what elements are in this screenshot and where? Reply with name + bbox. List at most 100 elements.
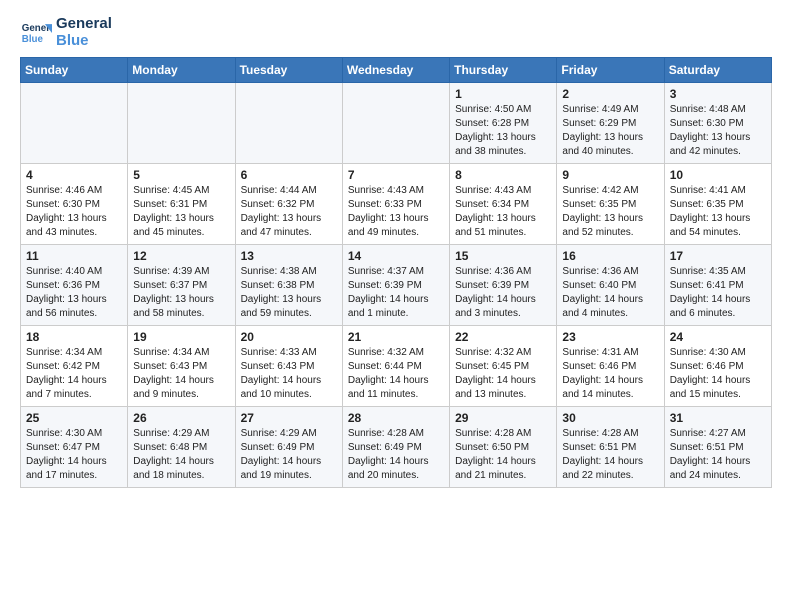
- calendar-cell: 3 Sunrise: 4:48 AM Sunset: 6:30 PM Daylig…: [664, 83, 771, 164]
- day-info: Sunrise: 4:31 AM Sunset: 6:46 PM Dayligh…: [562, 346, 658, 402]
- day-number: 8: [455, 168, 551, 182]
- day-info: Sunrise: 4:28 AM Sunset: 6:51 PM Dayligh…: [562, 427, 658, 483]
- day-info: Sunrise: 4:33 AM Sunset: 6:43 PM Dayligh…: [241, 346, 337, 402]
- calendar-cell: 31 Sunrise: 4:27 AM Sunset: 6:51 PM Dayli…: [664, 407, 771, 488]
- day-number: 28: [348, 411, 444, 425]
- day-number: 2: [562, 87, 658, 101]
- calendar-cell: 11 Sunrise: 4:40 AM Sunset: 6:36 PM Dayli…: [21, 245, 128, 326]
- calendar-row-5: 25 Sunrise: 4:30 AM Sunset: 6:47 PM Dayli…: [21, 407, 772, 488]
- day-info: Sunrise: 4:38 AM Sunset: 6:38 PM Dayligh…: [241, 265, 337, 321]
- day-number: 22: [455, 330, 551, 344]
- day-info: Sunrise: 4:30 AM Sunset: 6:47 PM Dayligh…: [26, 427, 122, 483]
- day-info: Sunrise: 4:42 AM Sunset: 6:35 PM Dayligh…: [562, 184, 658, 240]
- day-info: Sunrise: 4:36 AM Sunset: 6:40 PM Dayligh…: [562, 265, 658, 321]
- day-info: Sunrise: 4:35 AM Sunset: 6:41 PM Dayligh…: [670, 265, 766, 321]
- calendar-cell: 6Sunrise: 4:44 AM Sunset: 6:32 PM Daylig…: [235, 164, 342, 245]
- day-number: 7: [348, 168, 444, 182]
- calendar-cell: 7 Sunrise: 4:43 AM Sunset: 6:33 PM Daylig…: [342, 164, 449, 245]
- day-number: 11: [26, 249, 122, 263]
- weekday-header-row: SundayMondayTuesdayWednesdayThursdayFrid…: [21, 58, 772, 83]
- calendar-cell: [21, 83, 128, 164]
- day-number: 27: [241, 411, 337, 425]
- day-number: 10: [670, 168, 766, 182]
- weekday-header-friday: Friday: [557, 58, 664, 83]
- calendar-cell: 21 Sunrise: 4:32 AM Sunset: 6:44 PM Dayli…: [342, 326, 449, 407]
- calendar-row-1: 1Sunrise: 4:50 AM Sunset: 6:28 PM Daylig…: [21, 83, 772, 164]
- day-number: 20: [241, 330, 337, 344]
- calendar-table: SundayMondayTuesdayWednesdayThursdayFrid…: [20, 57, 772, 488]
- calendar-cell: 8Sunrise: 4:43 AM Sunset: 6:34 PM Daylig…: [450, 164, 557, 245]
- day-number: 5: [133, 168, 229, 182]
- day-info: Sunrise: 4:37 AM Sunset: 6:39 PM Dayligh…: [348, 265, 444, 321]
- calendar-cell: 1Sunrise: 4:50 AM Sunset: 6:28 PM Daylig…: [450, 83, 557, 164]
- day-info: Sunrise: 4:41 AM Sunset: 6:35 PM Dayligh…: [670, 184, 766, 240]
- day-info: Sunrise: 4:28 AM Sunset: 6:50 PM Dayligh…: [455, 427, 551, 483]
- calendar-cell: [235, 83, 342, 164]
- day-info: Sunrise: 4:43 AM Sunset: 6:33 PM Dayligh…: [348, 184, 444, 240]
- day-number: 24: [670, 330, 766, 344]
- calendar-cell: 17 Sunrise: 4:35 AM Sunset: 6:41 PM Dayli…: [664, 245, 771, 326]
- day-number: 4: [26, 168, 122, 182]
- day-number: 9: [562, 168, 658, 182]
- calendar-cell: 16 Sunrise: 4:36 AM Sunset: 6:40 PM Dayli…: [557, 245, 664, 326]
- day-info: Sunrise: 4:32 AM Sunset: 6:44 PM Dayligh…: [348, 346, 444, 402]
- day-info: Sunrise: 4:29 AM Sunset: 6:49 PM Dayligh…: [241, 427, 337, 483]
- logo-line2: Blue: [56, 33, 112, 50]
- day-number: 13: [241, 249, 337, 263]
- day-info: Sunrise: 4:29 AM Sunset: 6:48 PM Dayligh…: [133, 427, 229, 483]
- day-number: 31: [670, 411, 766, 425]
- calendar-row-4: 18Sunrise: 4:34 AM Sunset: 6:42 PM Dayli…: [21, 326, 772, 407]
- calendar-cell: 2Sunrise: 4:49 AM Sunset: 6:29 PM Daylig…: [557, 83, 664, 164]
- day-number: 6: [241, 168, 337, 182]
- day-info: Sunrise: 4:40 AM Sunset: 6:36 PM Dayligh…: [26, 265, 122, 321]
- day-info: Sunrise: 4:39 AM Sunset: 6:37 PM Dayligh…: [133, 265, 229, 321]
- calendar-cell: 5 Sunrise: 4:45 AM Sunset: 6:31 PM Daylig…: [128, 164, 235, 245]
- day-number: 17: [670, 249, 766, 263]
- weekday-header-sunday: Sunday: [21, 58, 128, 83]
- svg-text:Blue: Blue: [22, 33, 44, 44]
- weekday-header-saturday: Saturday: [664, 58, 771, 83]
- day-info: Sunrise: 4:45 AM Sunset: 6:31 PM Dayligh…: [133, 184, 229, 240]
- calendar-cell: [128, 83, 235, 164]
- page: General Blue General Blue SundayMondayTu…: [0, 0, 792, 504]
- day-info: Sunrise: 4:48 AM Sunset: 6:30 PM Dayligh…: [670, 103, 766, 159]
- day-info: Sunrise: 4:28 AM Sunset: 6:49 PM Dayligh…: [348, 427, 444, 483]
- day-number: 14: [348, 249, 444, 263]
- calendar-cell: 18Sunrise: 4:34 AM Sunset: 6:42 PM Dayli…: [21, 326, 128, 407]
- calendar-cell: [342, 83, 449, 164]
- calendar-cell: 20 Sunrise: 4:33 AM Sunset: 6:43 PM Dayli…: [235, 326, 342, 407]
- logo: General Blue General Blue: [20, 16, 112, 49]
- calendar-cell: 22 Sunrise: 4:32 AM Sunset: 6:45 PM Dayli…: [450, 326, 557, 407]
- header: General Blue General Blue: [20, 16, 772, 49]
- day-number: 25: [26, 411, 122, 425]
- day-number: 23: [562, 330, 658, 344]
- weekday-header-monday: Monday: [128, 58, 235, 83]
- day-info: Sunrise: 4:32 AM Sunset: 6:45 PM Dayligh…: [455, 346, 551, 402]
- day-number: 21: [348, 330, 444, 344]
- day-number: 3: [670, 87, 766, 101]
- logo-line1: General: [56, 16, 112, 33]
- calendar-cell: 19 Sunrise: 4:34 AM Sunset: 6:43 PM Dayli…: [128, 326, 235, 407]
- day-number: 12: [133, 249, 229, 263]
- calendar-cell: 28 Sunrise: 4:28 AM Sunset: 6:49 PM Dayli…: [342, 407, 449, 488]
- day-number: 18: [26, 330, 122, 344]
- weekday-header-thursday: Thursday: [450, 58, 557, 83]
- day-number: 15: [455, 249, 551, 263]
- calendar-row-2: 4Sunrise: 4:46 AM Sunset: 6:30 PM Daylig…: [21, 164, 772, 245]
- calendar-cell: 9 Sunrise: 4:42 AM Sunset: 6:35 PM Daylig…: [557, 164, 664, 245]
- day-number: 19: [133, 330, 229, 344]
- day-number: 30: [562, 411, 658, 425]
- day-info: Sunrise: 4:30 AM Sunset: 6:46 PM Dayligh…: [670, 346, 766, 402]
- calendar-cell: 25 Sunrise: 4:30 AM Sunset: 6:47 PM Dayli…: [21, 407, 128, 488]
- day-info: Sunrise: 4:50 AM Sunset: 6:28 PM Dayligh…: [455, 103, 551, 159]
- day-number: 29: [455, 411, 551, 425]
- day-number: 26: [133, 411, 229, 425]
- day-number: 16: [562, 249, 658, 263]
- calendar-cell: 10 Sunrise: 4:41 AM Sunset: 6:35 PM Dayli…: [664, 164, 771, 245]
- logo-icon: General Blue: [20, 17, 52, 49]
- calendar-cell: 4Sunrise: 4:46 AM Sunset: 6:30 PM Daylig…: [21, 164, 128, 245]
- calendar-cell: 14 Sunrise: 4:37 AM Sunset: 6:39 PM Dayli…: [342, 245, 449, 326]
- calendar-row-3: 11 Sunrise: 4:40 AM Sunset: 6:36 PM Dayli…: [21, 245, 772, 326]
- day-info: Sunrise: 4:34 AM Sunset: 6:43 PM Dayligh…: [133, 346, 229, 402]
- day-info: Sunrise: 4:27 AM Sunset: 6:51 PM Dayligh…: [670, 427, 766, 483]
